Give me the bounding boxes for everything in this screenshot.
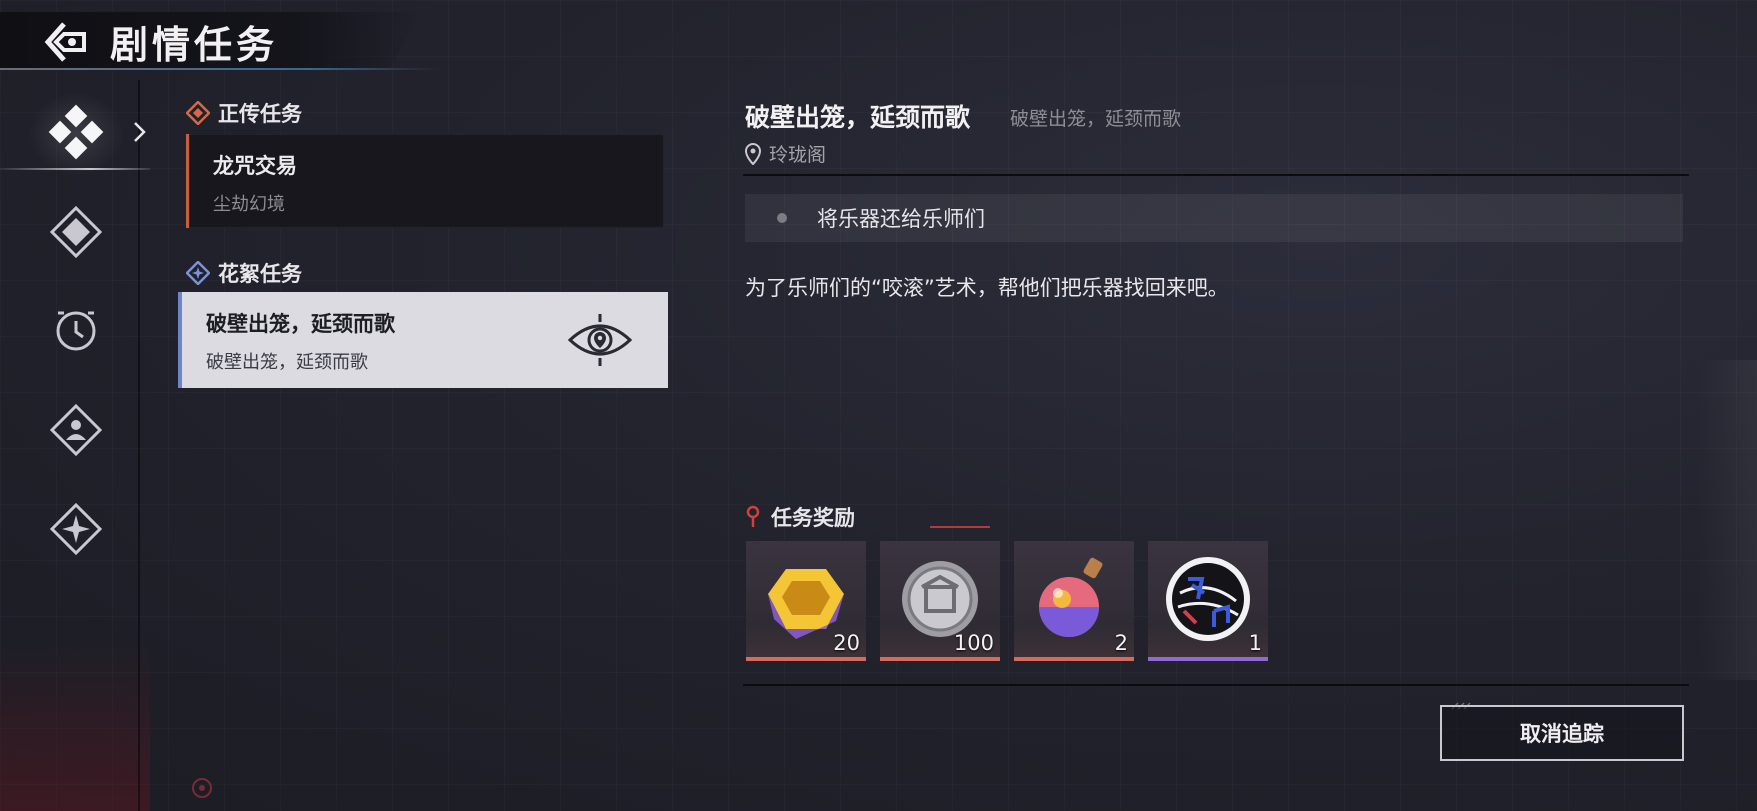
back-button[interactable] — [44, 20, 92, 64]
back-arrow-icon — [44, 22, 86, 62]
nav-item-story[interactable] — [28, 92, 124, 176]
quest-description: 为了乐师们的“咬滚”艺术，帮他们把乐器找回来吧。 — [745, 276, 1229, 300]
quest-location: 尘劫幻境 — [213, 194, 285, 215]
quest-card-main[interactable]: 龙咒交易 尘劫幻境 — [186, 134, 664, 228]
nav-item-character-quest[interactable] — [40, 394, 112, 466]
nav-item-star-quest[interactable] — [40, 493, 112, 565]
reward-quantity: 100 — [953, 631, 994, 655]
rarity-bar — [880, 657, 1000, 661]
quest-card-side-selected[interactable]: 破壁出笼，延颈而歌 破壁出笼，延颈而歌 — [178, 292, 668, 388]
rewards-divider — [743, 684, 1689, 686]
reward-item-coin[interactable]: 100 — [880, 541, 1000, 661]
corner-emblem-icon — [192, 778, 212, 798]
quest-detail-subtitle: 破壁出笼，延颈而歌 — [1010, 108, 1182, 130]
quest-detail-title: 破壁出笼，延颈而歌 — [745, 103, 971, 132]
main-quest-section-header: 正传任务 — [186, 98, 302, 128]
objective-bullet — [777, 213, 787, 223]
main-quest-icon — [186, 101, 210, 125]
reward-quantity: 20 — [833, 631, 860, 655]
nav-item-quest-2[interactable] — [40, 196, 112, 268]
nav-active-underline — [0, 168, 150, 170]
rewards-header: 任务奖励 — [745, 502, 855, 532]
quest-name: 龙咒交易 — [213, 154, 297, 178]
side-quest-icon — [186, 261, 210, 285]
detail-divider — [743, 174, 1689, 176]
person-diamond-icon — [49, 403, 103, 457]
potion-icon — [1039, 557, 1103, 637]
nav-active-glow — [28, 92, 124, 176]
quest-name: 破壁出笼，延颈而歌 — [206, 312, 395, 336]
rarity-bar — [746, 657, 866, 661]
reward-quantity: 2 — [1114, 631, 1128, 655]
side-quest-section-header: 花絮任务 — [186, 258, 302, 288]
reward-item-potion[interactable]: 2 — [1014, 541, 1134, 661]
rewards-label: 任务奖励 — [771, 506, 855, 530]
nav-item-time-quest[interactable] — [40, 295, 112, 367]
quest-objective: 将乐器还给乐师们 — [745, 194, 1683, 242]
nav-divider — [138, 80, 140, 811]
clock-icon — [56, 311, 96, 351]
tracking-eye-icon — [568, 314, 632, 366]
objective-text: 将乐器还给乐师们 — [817, 207, 985, 231]
cancel-tracking-button[interactable]: 取消追踪 — [1440, 705, 1684, 761]
four-point-star-icon — [49, 502, 103, 556]
chevron-right-icon — [134, 122, 146, 142]
rarity-bar — [1014, 657, 1134, 661]
main-quest-section-label: 正传任务 — [218, 102, 302, 126]
side-quest-section-label: 花絮任务 — [218, 262, 302, 286]
music-record-icon — [1166, 557, 1250, 641]
location-pin-icon — [745, 142, 761, 165]
reward-quantity: 1 — [1248, 631, 1262, 655]
quest-subtitle: 破壁出笼，延颈而歌 — [206, 352, 368, 373]
page-title: 剧情任务 — [110, 23, 279, 67]
background-decoration-right — [1697, 360, 1757, 680]
rarity-bar — [1148, 657, 1268, 661]
star-diamond-icon — [49, 205, 103, 259]
rewards-header-accent — [930, 526, 990, 528]
reward-list: 20 100 2 1 — [746, 541, 1268, 661]
location-name: 玲珑阁 — [769, 144, 827, 166]
header: 剧情任务 — [0, 0, 440, 70]
reward-pin-icon — [746, 505, 760, 527]
quest-location-row: 玲珑阁 — [745, 140, 826, 167]
reward-item-record[interactable]: 1 — [1148, 541, 1268, 661]
reward-item-gem[interactable]: 20 — [746, 541, 866, 661]
